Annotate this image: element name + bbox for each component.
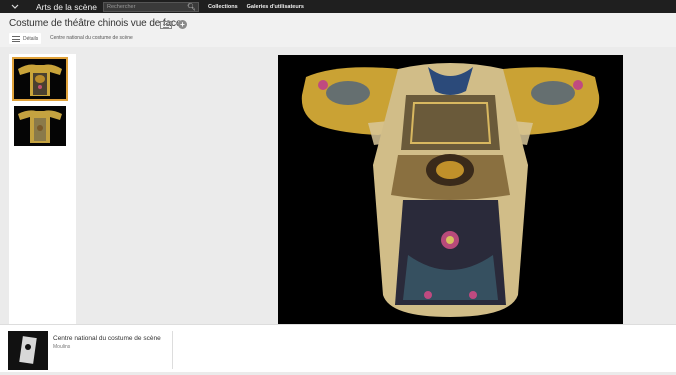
image-viewer[interactable] <box>82 47 676 325</box>
thumbnail-sidebar <box>9 54 76 324</box>
top-navigation-bar: Arts de la scène 🔍︎ Collections Galeries… <box>0 0 676 13</box>
gallery-view-icon[interactable] <box>160 20 172 29</box>
page-title: Costume de théâtre chinois vue de face <box>9 18 182 29</box>
app-title[interactable]: Arts de la scène <box>30 2 102 12</box>
menu-icon <box>12 35 20 42</box>
details-button[interactable]: Détails <box>9 33 42 44</box>
institution-link[interactable]: Centre national du costume de scène <box>50 35 133 41</box>
institution-name[interactable]: Centre national du costume de scène <box>53 335 161 342</box>
nav-link-collections[interactable]: Collections <box>208 4 238 10</box>
search-icon[interactable]: 🔍︎ <box>187 3 196 11</box>
nav-link-user-galleries[interactable]: Galeries d'utilisateurs <box>247 4 304 10</box>
title-actions: + <box>160 20 187 29</box>
add-to-gallery-icon[interactable]: + <box>178 20 187 29</box>
costume-image[interactable] <box>278 55 623 325</box>
institution-logo[interactable] <box>8 331 48 370</box>
thumbnail-back-view[interactable] <box>14 106 66 146</box>
search-input[interactable] <box>104 2 184 11</box>
chevron-down-icon[interactable] <box>0 0 30 13</box>
search-box: 🔍︎ <box>103 1 199 12</box>
divider <box>172 331 173 369</box>
thumbnail-front-view[interactable] <box>12 57 68 101</box>
institution-footer: Centre national du costume de scène Moul… <box>0 324 676 372</box>
institution-city: Moulins <box>53 344 71 350</box>
details-label: Détails <box>23 35 39 42</box>
item-header: Costume de théâtre chinois vue de face +… <box>0 13 676 47</box>
